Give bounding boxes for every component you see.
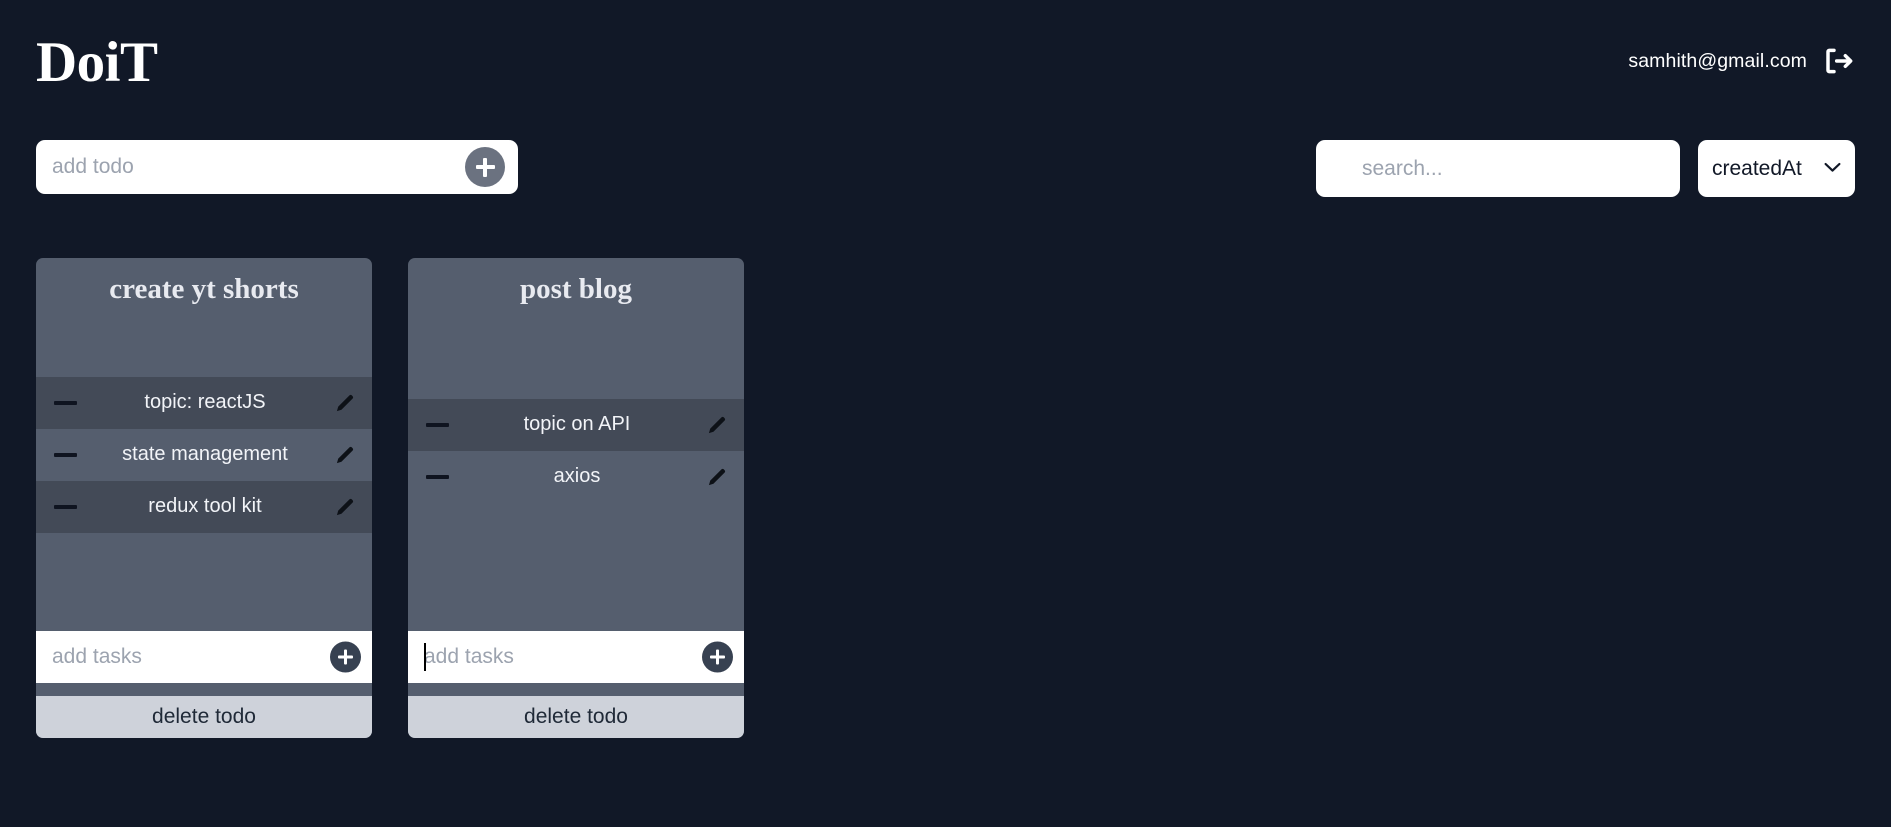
card-spacer	[36, 307, 372, 377]
add-task-field-wrapper	[408, 631, 744, 683]
todo-board: create yt shorts topic: reactJS state ma…	[36, 258, 1891, 738]
todo-card: create yt shorts topic: reactJS state ma…	[36, 258, 372, 738]
user-email: samhith@gmail.com	[1628, 49, 1807, 72]
search-and-sort: createdAt	[1316, 140, 1855, 197]
app-logo: DoiT	[36, 30, 158, 94]
task-list: topic on API axios	[408, 398, 744, 503]
search-input[interactable]	[1316, 140, 1680, 197]
minus-icon[interactable]	[54, 452, 80, 457]
minus-icon[interactable]	[426, 422, 452, 427]
app-header: DoiT samhith@gmail.com	[0, 0, 1891, 118]
user-area: samhith@gmail.com	[1628, 44, 1855, 78]
task-label: axios	[553, 465, 601, 488]
add-task-field-wrapper	[36, 631, 372, 683]
card-gap	[408, 683, 744, 696]
plus-icon	[475, 157, 495, 177]
add-todo-field-wrapper	[36, 140, 518, 194]
minus-icon[interactable]	[426, 474, 452, 479]
delete-todo-button[interactable]: delete todo	[408, 696, 744, 738]
task-row: state management	[36, 428, 372, 481]
add-todo-button[interactable]	[465, 147, 505, 187]
task-label: topic: reactJS	[144, 391, 266, 414]
todo-card-title: post blog	[519, 273, 632, 305]
plus-icon	[338, 649, 353, 665]
plus-icon	[710, 649, 725, 665]
task-row: axios	[408, 450, 744, 503]
add-task-input[interactable]	[408, 631, 744, 683]
task-list: topic: reactJS state management redux to…	[36, 376, 372, 533]
toolbar: createdAt	[0, 140, 1891, 210]
card-filler	[36, 532, 372, 631]
add-task-button[interactable]	[702, 641, 733, 673]
task-label: topic on API	[523, 413, 631, 436]
pencil-icon[interactable]	[330, 496, 360, 518]
card-gap	[36, 683, 372, 696]
todo-card: post blog topic on API axios add tasks d…	[408, 258, 744, 738]
sort-select[interactable]: createdAt	[1698, 140, 1855, 197]
pencil-icon[interactable]	[330, 444, 360, 466]
minus-icon[interactable]	[54, 504, 80, 509]
pencil-icon[interactable]	[702, 466, 732, 488]
add-todo-input[interactable]	[36, 140, 518, 194]
minus-icon[interactable]	[54, 400, 80, 405]
task-row: topic: reactJS	[36, 376, 372, 429]
todo-card-title: create yt shorts	[109, 273, 299, 305]
add-task-input[interactable]	[36, 631, 372, 683]
search-field-wrapper	[1316, 140, 1680, 197]
sort-select-wrapper: createdAt	[1698, 140, 1855, 197]
task-row: redux tool kit	[36, 480, 372, 533]
card-spacer	[408, 307, 744, 399]
logout-icon[interactable]	[1821, 44, 1855, 78]
delete-todo-button[interactable]: delete todo	[36, 696, 372, 738]
task-row: topic on API	[408, 398, 744, 451]
pencil-icon[interactable]	[702, 414, 732, 436]
task-label: redux tool kit	[148, 495, 262, 518]
add-task-button[interactable]	[330, 641, 361, 673]
task-label: state management	[122, 443, 288, 466]
pencil-icon[interactable]	[330, 392, 360, 414]
card-filler	[408, 502, 744, 631]
